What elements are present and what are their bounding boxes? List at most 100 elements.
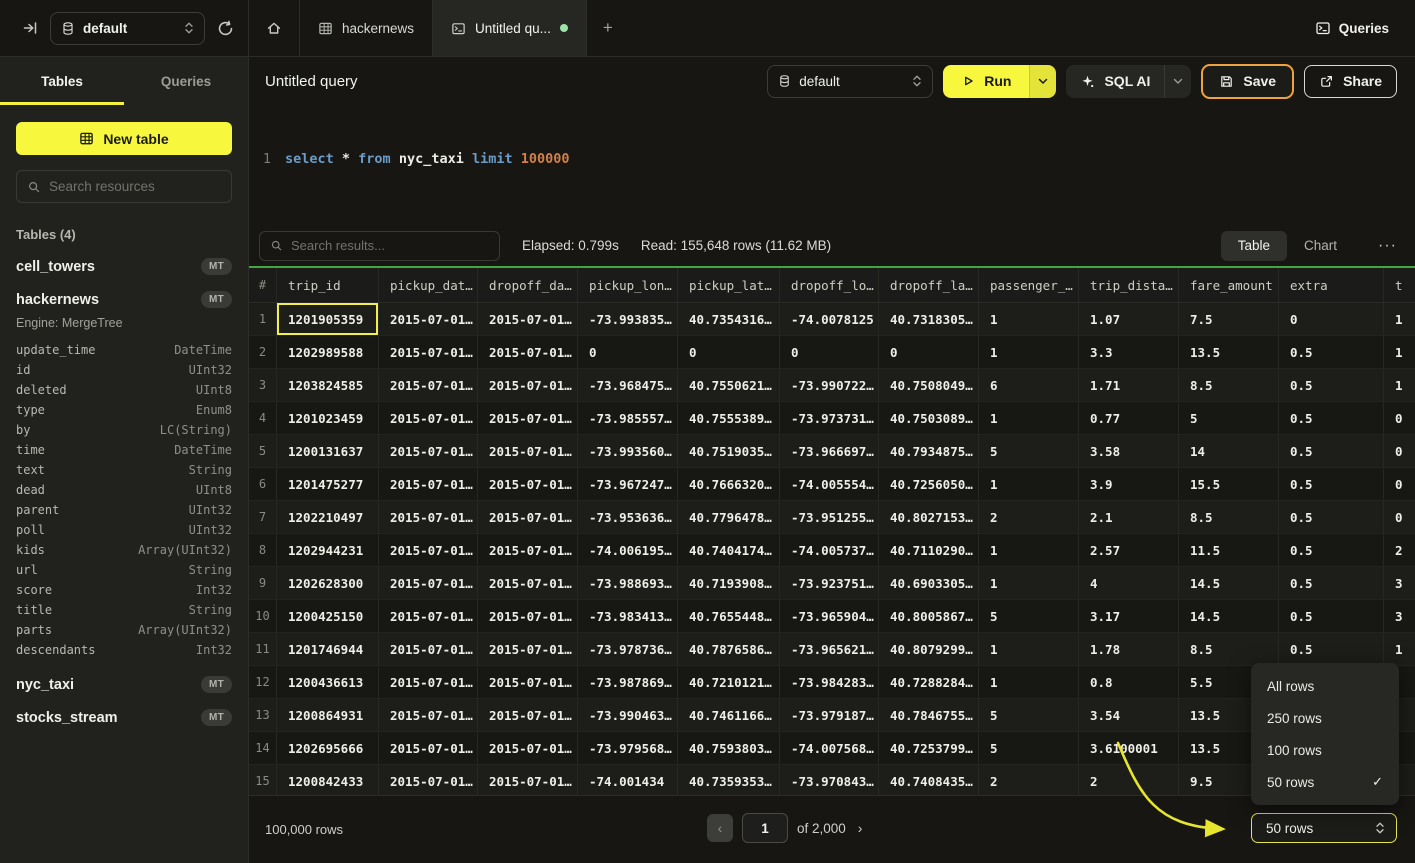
table-cell[interactable]: -73.993835… (578, 303, 678, 335)
table-cell[interactable]: 1.78 (1079, 633, 1179, 665)
table-cell[interactable]: 40.7655448… (678, 600, 780, 632)
row-number-cell[interactable]: 14 (249, 732, 277, 764)
table-cell[interactable]: 0 (678, 336, 780, 368)
new-table-button[interactable]: New table (16, 122, 232, 155)
table-cell[interactable]: 2015-07-01… (478, 732, 578, 764)
table-cell[interactable]: -73.983413… (578, 600, 678, 632)
table-cell[interactable]: 5 (979, 435, 1079, 467)
share-button[interactable]: Share (1304, 65, 1397, 98)
table-cell[interactable]: 40.7876586… (678, 633, 780, 665)
table-cell[interactable]: 2015-07-01… (379, 633, 478, 665)
row-number-cell[interactable]: 4 (249, 402, 277, 434)
next-page-button[interactable]: › (855, 820, 866, 836)
table-cell[interactable]: 5 (979, 699, 1079, 731)
table-cell[interactable]: 1202210497 (277, 501, 379, 533)
table-cell[interactable]: 0 (1384, 468, 1415, 500)
table-cell[interactable]: 5 (979, 600, 1079, 632)
table-cell[interactable]: 40.6903305… (879, 567, 979, 599)
table-cell[interactable]: -73.965904… (780, 600, 879, 632)
results-more-menu[interactable]: ··· (1376, 237, 1399, 255)
table-cell[interactable]: 40.7318305… (879, 303, 979, 335)
table-cell[interactable]: 1203824585 (277, 369, 379, 401)
view-chart-button[interactable]: Chart (1287, 231, 1354, 261)
table-cell[interactable]: 1.07 (1079, 303, 1179, 335)
column-header[interactable]: fare_amount (1179, 268, 1279, 302)
table-cell[interactable]: -73.951255… (780, 501, 879, 533)
table-cell[interactable]: -73.968475… (578, 369, 678, 401)
table-cell[interactable]: 2015-07-01… (478, 534, 578, 566)
table-cell[interactable]: 1 (1384, 303, 1415, 335)
table-cell[interactable]: 40.7519035… (678, 435, 780, 467)
table-cell[interactable]: 40.8027153… (879, 501, 979, 533)
table-cell[interactable]: -74.001434 (578, 765, 678, 795)
table-cell[interactable]: 8.5 (1179, 633, 1279, 665)
column-item[interactable]: idUInt32 (16, 360, 232, 380)
page-size-select[interactable]: 50 rows (1251, 813, 1397, 843)
table-cell[interactable]: 40.7256050… (879, 468, 979, 500)
column-item[interactable]: deadUInt8 (16, 480, 232, 500)
table-cell[interactable]: -74.005737… (780, 534, 879, 566)
row-number-cell[interactable]: 2 (249, 336, 277, 368)
table-cell[interactable]: 5 (1179, 402, 1279, 434)
table-cell[interactable]: 2 (979, 765, 1079, 795)
table-cell[interactable]: 4 (1079, 567, 1179, 599)
table-cell[interactable]: -73.967247… (578, 468, 678, 500)
table-cell[interactable]: 15.5 (1179, 468, 1279, 500)
table-cell[interactable]: 1202989588 (277, 336, 379, 368)
column-item[interactable]: deletedUInt8 (16, 380, 232, 400)
table-cell[interactable]: 2015-07-01… (478, 633, 578, 665)
table-cell[interactable]: -73.988693… (578, 567, 678, 599)
table-cell[interactable]: 1201475277 (277, 468, 379, 500)
table-cell[interactable]: 6 (979, 369, 1079, 401)
table-cell[interactable]: 2015-07-01… (379, 534, 478, 566)
table-cell[interactable]: 40.7846755… (879, 699, 979, 731)
resource-search-input[interactable] (49, 179, 221, 194)
column-header[interactable]: passenger_… (979, 268, 1079, 302)
database-selector-query[interactable]: default (767, 65, 933, 98)
column-header[interactable]: pickup_dat… (379, 268, 478, 302)
table-cell[interactable]: 40.7666320… (678, 468, 780, 500)
table-cell[interactable]: 40.7555389… (678, 402, 780, 434)
table-cell[interactable]: 1202628300 (277, 567, 379, 599)
table-cell[interactable]: 40.7210121… (678, 666, 780, 698)
table-cell[interactable]: 1 (979, 336, 1079, 368)
save-button[interactable]: Save (1201, 64, 1294, 99)
row-number-cell[interactable]: 13 (249, 699, 277, 731)
table-cell[interactable]: 40.7593803… (678, 732, 780, 764)
tab-hackernews[interactable]: hackernews (300, 0, 433, 56)
table-cell[interactable]: 2015-07-01… (379, 699, 478, 731)
page-number-input[interactable] (742, 813, 788, 843)
table-cell[interactable]: 2015-07-01… (478, 666, 578, 698)
table-cell[interactable]: 3.17 (1079, 600, 1179, 632)
page-size-option[interactable]: All rows (1251, 670, 1399, 702)
row-number-cell[interactable]: 6 (249, 468, 277, 500)
table-cell[interactable]: 2015-07-01… (478, 699, 578, 731)
table-cell[interactable]: 1201746944 (277, 633, 379, 665)
row-number-cell[interactable]: 9 (249, 567, 277, 599)
table-cell[interactable]: -73.987869… (578, 666, 678, 698)
column-item[interactable]: parentUInt32 (16, 500, 232, 520)
table-cell[interactable]: 2015-07-01… (379, 435, 478, 467)
table-cell[interactable]: 2015-07-01… (478, 303, 578, 335)
table-cell[interactable]: 0.5 (1279, 600, 1384, 632)
table-cell[interactable]: 40.7503089… (879, 402, 979, 434)
table-cell[interactable]: 1200864931 (277, 699, 379, 731)
table-cell[interactable]: 2015-07-01… (379, 501, 478, 533)
table-cell[interactable]: -73.984283… (780, 666, 879, 698)
table-cell[interactable]: 3.9 (1079, 468, 1179, 500)
table-cell[interactable]: -73.978736… (578, 633, 678, 665)
page-size-option[interactable]: 250 rows (1251, 702, 1399, 734)
table-cell[interactable]: 1200842433 (277, 765, 379, 795)
column-item[interactable]: pollUInt32 (16, 520, 232, 540)
table-cell[interactable]: 40.7193908… (678, 567, 780, 599)
table-cell[interactable]: 2 (1384, 534, 1415, 566)
table-cell[interactable]: 3.3 (1079, 336, 1179, 368)
table-cell[interactable]: 2.1 (1079, 501, 1179, 533)
table-cell[interactable]: 11.5 (1179, 534, 1279, 566)
table-cell[interactable]: 40.7253799… (879, 732, 979, 764)
page-size-option[interactable]: 50 rows✓ (1251, 766, 1399, 798)
table-cell[interactable]: 0.5 (1279, 435, 1384, 467)
table-cell[interactable]: 40.8079299… (879, 633, 979, 665)
column-item[interactable]: kidsArray(UInt32) (16, 540, 232, 560)
table-cell[interactable]: -74.006195… (578, 534, 678, 566)
